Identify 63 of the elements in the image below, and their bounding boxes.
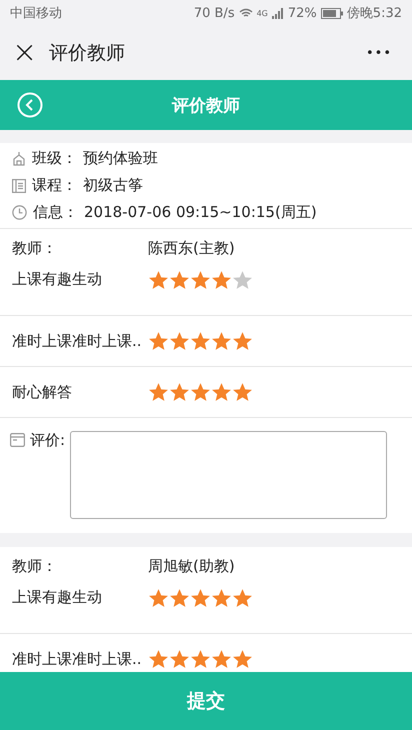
window-title: 评价教师 — [49, 41, 126, 66]
criterion-label: 耐心解答 — [12, 382, 73, 402]
criterion-label: 上课有趣生动 — [12, 588, 103, 607]
building-icon — [12, 151, 26, 166]
filled-star-icon[interactable] — [211, 588, 232, 608]
note-icon — [10, 433, 25, 447]
info-label: 课程： — [32, 176, 77, 195]
star-rating[interactable] — [148, 270, 253, 290]
filled-star-icon[interactable] — [169, 382, 190, 402]
filled-star-icon[interactable] — [211, 270, 232, 290]
page-title: 评价教师 — [172, 94, 240, 116]
teacher-name: 周旭敏(助教) — [148, 556, 235, 576]
criterion-label: 准时上课准时上课.. — [12, 650, 143, 668]
star-rating[interactable] — [148, 382, 253, 402]
clock-icon — [12, 205, 27, 220]
filled-star-icon[interactable] — [190, 270, 211, 290]
carrier-name: 中国移动 — [10, 5, 62, 22]
info-value: 预约体验班 — [83, 149, 158, 168]
close-button[interactable]: × — [12, 38, 38, 68]
filled-star-icon[interactable] — [148, 588, 169, 608]
filled-star-icon[interactable] — [148, 331, 169, 351]
teacher-label: 教师： — [12, 238, 58, 258]
filled-star-icon[interactable] — [211, 331, 232, 351]
filled-star-icon[interactable] — [148, 270, 169, 290]
filled-star-icon[interactable] — [190, 331, 211, 351]
battery-percent: 72% — [288, 6, 317, 20]
filled-star-icon[interactable] — [232, 382, 253, 402]
filled-star-icon[interactable] — [232, 588, 253, 608]
teacher-name: 陈西东(主教) — [148, 238, 235, 258]
more-button[interactable]: ••• — [366, 46, 392, 60]
filled-star-icon[interactable] — [190, 382, 211, 402]
comment-field[interactable] — [70, 431, 387, 519]
signal-icon — [272, 8, 284, 18]
filled-star-icon[interactable] — [148, 649, 169, 669]
criterion-label: 上课有趣生动 — [12, 270, 103, 289]
star-rating[interactable] — [148, 331, 253, 351]
star-rating[interactable] — [148, 649, 253, 669]
network-speed: 70 B/s — [194, 6, 235, 20]
filled-star-icon[interactable] — [211, 649, 232, 669]
filled-star-icon[interactable] — [190, 649, 211, 669]
star-rating[interactable] — [148, 588, 253, 608]
teacher-label: 教师： — [12, 556, 58, 576]
filled-star-icon[interactable] — [169, 331, 190, 351]
filled-star-icon[interactable] — [190, 588, 211, 608]
clock: 傍晚5:32 — [346, 5, 402, 22]
info-label: 信息： — [33, 203, 78, 222]
wifi-icon — [238, 8, 253, 18]
battery-icon — [320, 8, 343, 18]
filled-star-icon[interactable] — [232, 331, 253, 351]
network-type: 4G — [256, 8, 268, 18]
filled-star-icon[interactable] — [169, 588, 190, 608]
filled-star-icon[interactable] — [169, 649, 190, 669]
comment-label: 评价: — [30, 431, 66, 450]
filled-star-icon[interactable] — [211, 382, 232, 402]
filled-star-icon[interactable] — [232, 649, 253, 669]
info-label: 班级： — [32, 149, 77, 168]
criterion-label: 准时上课准时上课.. — [12, 332, 143, 350]
list-icon — [12, 178, 26, 192]
filled-star-icon[interactable] — [148, 382, 169, 402]
info-value: 2018-07-06 09:15~10:15(周五) — [84, 203, 317, 222]
back-icon[interactable] — [17, 92, 43, 118]
filled-star-icon[interactable] — [169, 270, 190, 290]
info-value: 初级古筝 — [83, 176, 143, 195]
